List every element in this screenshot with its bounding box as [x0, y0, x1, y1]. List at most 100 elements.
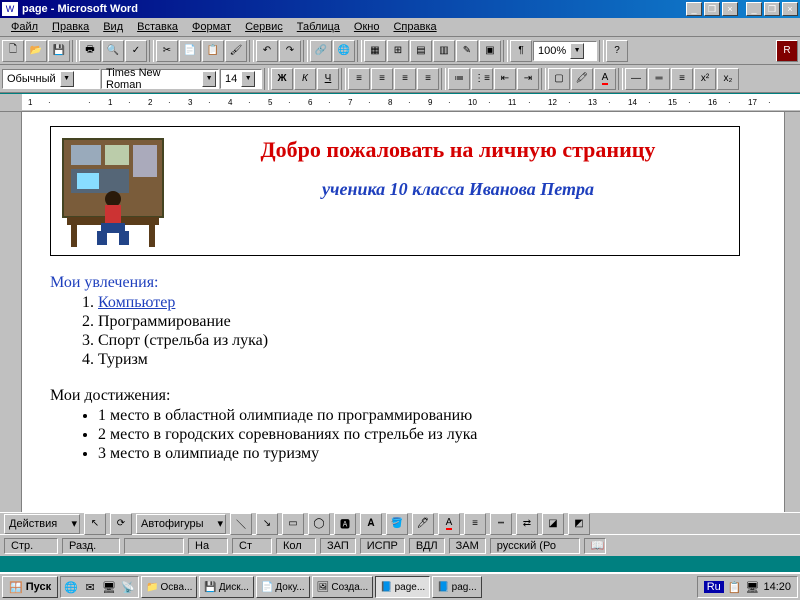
help-button[interactable]: ?: [606, 40, 628, 62]
status-trk[interactable]: ИСПР: [360, 538, 405, 554]
new-button[interactable]: 🗋: [2, 40, 24, 62]
menu-help[interactable]: Справка: [386, 19, 443, 35]
task-item[interactable]: 📄Доку...: [256, 576, 310, 598]
wordart-button[interactable]: 𝐀: [360, 513, 382, 535]
align-left-button[interactable]: ≡: [348, 68, 370, 90]
copy-button[interactable]: 📄: [179, 40, 201, 62]
mdi-close-button[interactable]: ×: [782, 2, 798, 16]
menu-format[interactable]: Формат: [185, 19, 238, 35]
lang-indicator[interactable]: Ru: [704, 581, 724, 593]
numbering-button[interactable]: ≔: [448, 68, 470, 90]
spellcheck-button[interactable]: ✓: [125, 40, 147, 62]
open-button[interactable]: 📂: [25, 40, 47, 62]
justify-button[interactable]: ≡: [417, 68, 439, 90]
arrow-button[interactable]: ↘: [256, 513, 278, 535]
cut-button[interactable]: ✂: [156, 40, 178, 62]
fontsize-combo[interactable]: 14▼: [220, 69, 262, 89]
vertical-scrollbar[interactable]: [784, 112, 800, 512]
format-painter-button[interactable]: 🖌: [225, 40, 247, 62]
task-item[interactable]: 📘pag...: [432, 576, 481, 598]
menu-tools[interactable]: Сервис: [238, 19, 290, 35]
italic-button[interactable]: К: [294, 68, 316, 90]
redo-button[interactable]: ↷: [279, 40, 301, 62]
ql-mail-icon[interactable]: ✉: [81, 578, 99, 596]
indent-inc-button[interactable]: ⇥: [517, 68, 539, 90]
restore-button[interactable]: ❐: [704, 2, 720, 16]
ql-ie-icon[interactable]: 🌐: [62, 578, 80, 596]
menu-insert[interactable]: Вставка: [130, 19, 185, 35]
save-button[interactable]: 💾: [48, 40, 70, 62]
ql-desktop-icon[interactable]: 🖥: [100, 578, 118, 596]
mdi-minimize-button[interactable]: _: [746, 2, 762, 16]
preview-button[interactable]: 🔍: [102, 40, 124, 62]
tray-icon[interactable]: 🖥: [746, 581, 760, 594]
tables-button[interactable]: ▦: [364, 40, 386, 62]
style-combo[interactable]: Обычный▼: [2, 69, 100, 89]
task-item[interactable]: 📁Осва...: [141, 576, 197, 598]
web-toolbar-button[interactable]: 🌐: [333, 40, 355, 62]
subscript-button[interactable]: x₂: [717, 68, 739, 90]
hyperlink-button[interactable]: 🔗: [310, 40, 332, 62]
drawing-button[interactable]: ✎: [456, 40, 478, 62]
hr3-button[interactable]: ≡: [671, 68, 693, 90]
dash-style-button[interactable]: ┅: [490, 513, 512, 535]
font-color-button[interactable]: A: [594, 68, 616, 90]
rectangle-button[interactable]: ▭: [282, 513, 304, 535]
docmap-button[interactable]: ▣: [479, 40, 501, 62]
status-ext[interactable]: ВДЛ: [409, 538, 445, 554]
borders-button[interactable]: ▢: [548, 68, 570, 90]
bold-button[interactable]: Ж: [271, 68, 293, 90]
tray-clock[interactable]: 14:20: [763, 581, 791, 593]
line-color-button[interactable]: 🖊: [412, 513, 434, 535]
select-objects-button[interactable]: ↖: [84, 513, 106, 535]
minimize-button[interactable]: _: [686, 2, 702, 16]
font-color2-button[interactable]: A: [438, 513, 460, 535]
align-right-button[interactable]: ≡: [394, 68, 416, 90]
menu-window[interactable]: Окно: [347, 19, 387, 35]
custom-button[interactable]: R: [776, 40, 798, 62]
align-center-button[interactable]: ≡: [371, 68, 393, 90]
undo-button[interactable]: ↶: [256, 40, 278, 62]
font-combo[interactable]: Times New Roman▼: [101, 69, 219, 89]
rotate-button[interactable]: ⟳: [110, 513, 132, 535]
hr2-button[interactable]: ═: [648, 68, 670, 90]
fill-color-button[interactable]: 🪣: [386, 513, 408, 535]
oval-button[interactable]: ◯: [308, 513, 330, 535]
autoshapes-menu[interactable]: Автофигуры▾: [136, 514, 226, 534]
status-rec[interactable]: ЗАП: [320, 538, 356, 554]
actions-menu[interactable]: Действия▾: [4, 514, 80, 534]
hr1-button[interactable]: —: [625, 68, 647, 90]
show-all-button[interactable]: ¶: [510, 40, 532, 62]
status-lang[interactable]: русский (Ро: [490, 538, 580, 554]
columns-button[interactable]: ▥: [433, 40, 455, 62]
task-item[interactable]: 🖼Созда...: [312, 576, 373, 598]
ql-channels-icon[interactable]: 📡: [119, 578, 137, 596]
menu-view[interactable]: Вид: [96, 19, 130, 35]
status-book-icon[interactable]: 📖: [584, 538, 606, 554]
line-button[interactable]: ＼: [230, 513, 252, 535]
print-button[interactable]: 🖶: [79, 40, 101, 62]
indent-dec-button[interactable]: ⇤: [494, 68, 516, 90]
task-item-active[interactable]: 📘page...: [375, 576, 430, 598]
insert-table-button[interactable]: ⊞: [387, 40, 409, 62]
start-button[interactable]: 🪟 Пуск: [2, 576, 58, 598]
hobby-link[interactable]: Компьютер: [98, 294, 175, 311]
menu-edit[interactable]: Правка: [45, 19, 96, 35]
status-ovr[interactable]: ЗАМ: [449, 538, 486, 554]
3d-button[interactable]: ◩: [568, 513, 590, 535]
arrow-style-button[interactable]: ⇄: [516, 513, 538, 535]
ruler[interactable]: 1··1·2·3·4·5·6·7·8·9·10·11·12·13·14·15·1…: [0, 94, 800, 112]
close-button[interactable]: ×: [722, 2, 738, 16]
bullets-button[interactable]: ⋮≡: [471, 68, 493, 90]
tray-icon[interactable]: 📋: [728, 581, 742, 594]
menu-table[interactable]: Таблица: [290, 19, 347, 35]
highlight-button[interactable]: 🖍: [571, 68, 593, 90]
line-style-button[interactable]: ≡: [464, 513, 486, 535]
superscript-button[interactable]: x²: [694, 68, 716, 90]
zoom-combo[interactable]: 100%▼: [533, 41, 597, 61]
menu-file[interactable]: Файл: [4, 19, 45, 35]
textbox-button[interactable]: 🅰: [334, 513, 356, 535]
page-content[interactable]: Добро пожаловать на личную страницу учен…: [22, 112, 784, 512]
paste-button[interactable]: 📋: [202, 40, 224, 62]
shadow-button[interactable]: ◪: [542, 513, 564, 535]
